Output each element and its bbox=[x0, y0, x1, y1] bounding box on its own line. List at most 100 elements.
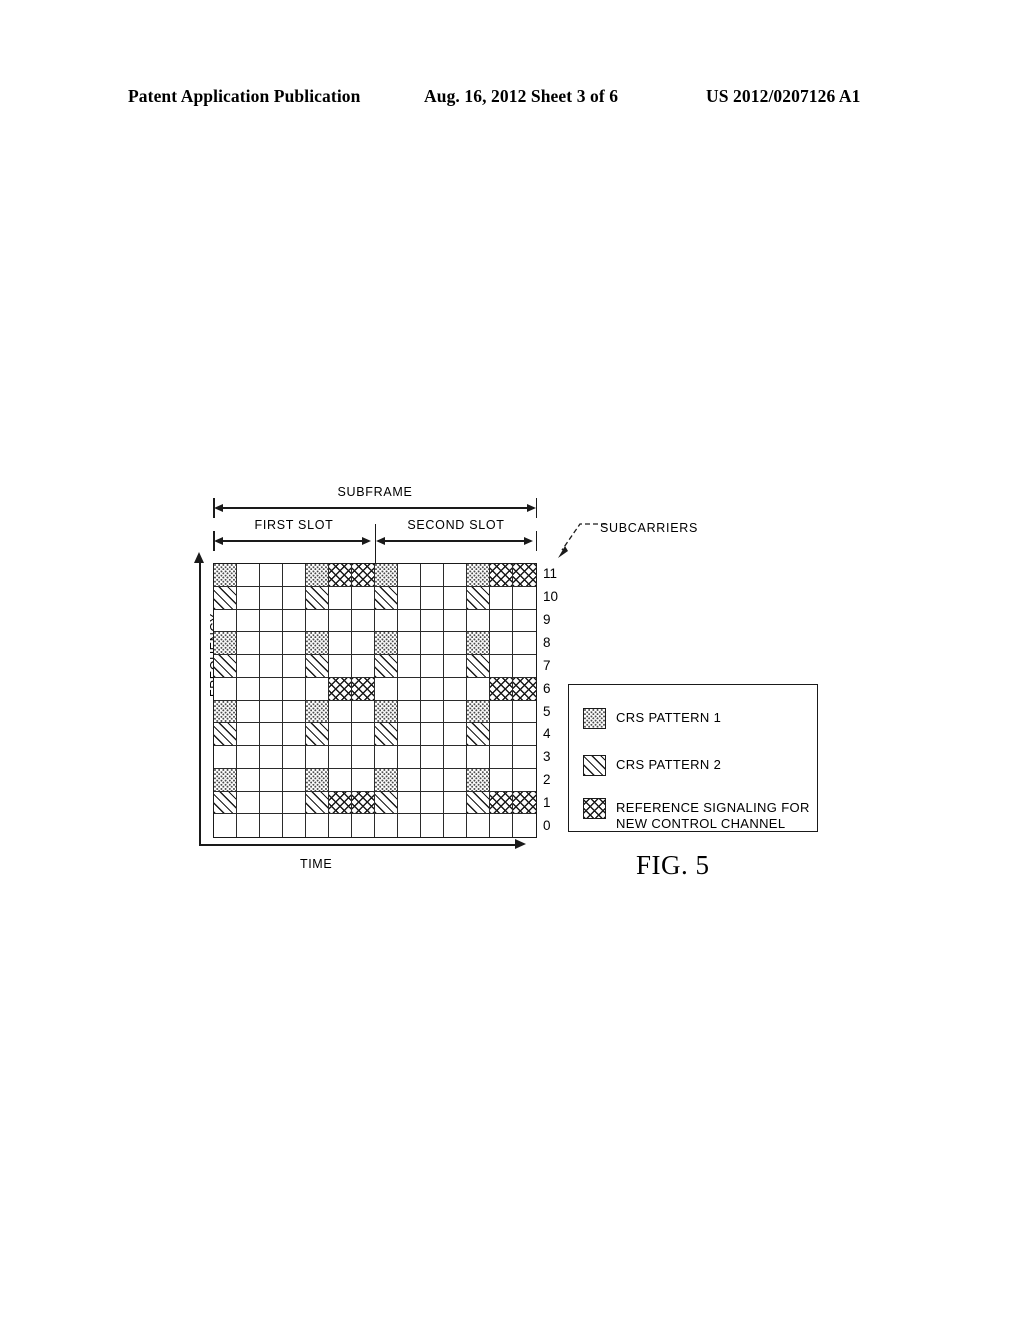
re-cell-empty bbox=[283, 609, 306, 633]
re-cell-empty bbox=[283, 768, 306, 792]
re-cell-empty bbox=[260, 700, 283, 724]
re-cell-empty bbox=[283, 791, 306, 815]
re-cell-empty bbox=[260, 768, 283, 792]
re-cell-empty bbox=[444, 791, 467, 815]
re-cell-empty bbox=[237, 791, 260, 815]
slot-tick-left bbox=[213, 531, 215, 551]
re-cell-empty bbox=[329, 723, 352, 746]
re-cell-crs-pattern-2 bbox=[214, 586, 237, 610]
re-cell-empty bbox=[421, 723, 444, 746]
re-cell-empty bbox=[237, 586, 260, 610]
re-cell-crs-pattern-2 bbox=[306, 586, 329, 610]
legend-label: CRS PATTERN 1 bbox=[616, 710, 722, 725]
subcarrier-index-label: 10 bbox=[543, 588, 559, 604]
re-cell-crs-pattern-2 bbox=[214, 655, 237, 678]
re-cell-empty bbox=[375, 609, 398, 633]
subcarrier-index-label: 4 bbox=[543, 726, 551, 742]
time-axis-arrow-icon bbox=[515, 839, 526, 849]
figure-5: SUBFRAME FIRST SLOT SECOND SLOT SUBCARRI… bbox=[0, 0, 1024, 1320]
re-cell-crs-pattern-2 bbox=[467, 723, 490, 746]
re-cell-empty bbox=[421, 609, 444, 633]
subcarrier-index-label: 0 bbox=[543, 818, 551, 834]
subcarrier-index-label: 8 bbox=[543, 634, 551, 650]
re-cell-empty bbox=[421, 632, 444, 655]
re-cell-crs-pattern-1 bbox=[375, 632, 398, 655]
re-cell-empty bbox=[421, 677, 444, 701]
re-cell-crs-pattern-1 bbox=[375, 700, 398, 724]
second-slot-arrow-right-icon bbox=[524, 536, 533, 545]
re-cell-empty bbox=[490, 814, 513, 837]
legend-item: CRS PATTERN 1 bbox=[583, 708, 721, 729]
re-cell-empty bbox=[352, 814, 375, 837]
subcarrier-index-label: 11 bbox=[543, 566, 558, 581]
re-cell-empty bbox=[237, 814, 260, 837]
subcarriers-label: SUBCARRIERS bbox=[600, 521, 698, 535]
re-cell-reference-signaling bbox=[352, 791, 375, 815]
re-cell-empty bbox=[398, 655, 421, 678]
subframe-label: SUBFRAME bbox=[337, 485, 413, 499]
subframe-arrow-right-icon bbox=[527, 503, 536, 512]
re-cell-empty bbox=[398, 609, 421, 633]
re-cell-empty bbox=[421, 655, 444, 678]
re-cell-empty bbox=[283, 632, 306, 655]
re-cell-empty bbox=[421, 814, 444, 837]
re-cell-empty bbox=[513, 632, 536, 655]
legend-swatch-crs-pattern-2-icon bbox=[583, 755, 606, 776]
re-cell-empty bbox=[444, 609, 467, 633]
re-cell-crs-pattern-1 bbox=[467, 632, 490, 655]
second-slot-arrow-left-icon bbox=[376, 536, 385, 545]
legend: CRS PATTERN 1 CRS PATTERN 2 REFERENCE SIGN… bbox=[568, 684, 818, 832]
re-cell-empty bbox=[375, 677, 398, 701]
re-cell-empty bbox=[329, 586, 352, 610]
re-cell-empty bbox=[444, 632, 467, 655]
re-cell-crs-pattern-1 bbox=[214, 768, 237, 792]
re-cell-crs-pattern-2 bbox=[375, 723, 398, 746]
re-cell-empty bbox=[421, 586, 444, 610]
re-cell-empty bbox=[329, 768, 352, 792]
re-cell-crs-pattern-2 bbox=[375, 791, 398, 815]
re-cell-empty bbox=[283, 746, 306, 769]
re-cell-reference-signaling bbox=[513, 564, 536, 587]
re-cell-empty bbox=[329, 814, 352, 837]
re-cell-crs-pattern-1 bbox=[306, 564, 329, 587]
re-cell-empty bbox=[513, 814, 536, 837]
re-cell-empty bbox=[237, 564, 260, 587]
re-cell-empty bbox=[513, 609, 536, 633]
re-cell-empty bbox=[237, 655, 260, 678]
re-cell-empty bbox=[237, 723, 260, 746]
subframe-arrow-left-icon bbox=[214, 503, 223, 512]
re-cell-empty bbox=[260, 746, 283, 769]
re-cell-empty bbox=[214, 609, 237, 633]
re-cell-reference-signaling bbox=[513, 677, 536, 701]
re-cell-empty bbox=[260, 586, 283, 610]
re-cell-reference-signaling bbox=[352, 564, 375, 587]
re-cell-crs-pattern-1 bbox=[214, 700, 237, 724]
re-cell-empty bbox=[283, 586, 306, 610]
re-cell-crs-pattern-1 bbox=[306, 700, 329, 724]
legend-item: CRS PATTERN 2 bbox=[583, 755, 721, 776]
resource-element-grid bbox=[213, 563, 537, 838]
re-cell-empty bbox=[237, 768, 260, 792]
first-slot-arrow-left-icon bbox=[214, 536, 223, 545]
legend-swatch-reference-signaling-icon bbox=[583, 798, 606, 819]
re-cell-empty bbox=[513, 768, 536, 792]
slot-divider-tick bbox=[374, 524, 376, 564]
re-cell-empty bbox=[490, 700, 513, 724]
re-cell-empty bbox=[352, 655, 375, 678]
re-cell-empty bbox=[490, 746, 513, 769]
re-cell-empty bbox=[306, 609, 329, 633]
re-cell-empty bbox=[283, 814, 306, 837]
re-cell-crs-pattern-2 bbox=[375, 655, 398, 678]
re-cell-empty bbox=[237, 632, 260, 655]
re-cell-empty bbox=[260, 609, 283, 633]
time-axis-line bbox=[199, 844, 517, 846]
re-cell-empty bbox=[398, 586, 421, 610]
legend-swatch-crs-pattern-1-icon bbox=[583, 708, 606, 729]
first-slot-span-bar bbox=[216, 540, 369, 542]
re-cell-empty bbox=[283, 723, 306, 746]
re-cell-empty bbox=[306, 814, 329, 837]
re-cell-reference-signaling bbox=[352, 677, 375, 701]
re-cell-empty bbox=[444, 655, 467, 678]
re-cell-empty bbox=[283, 677, 306, 701]
legend-label: CRS PATTERN 2 bbox=[616, 757, 722, 772]
